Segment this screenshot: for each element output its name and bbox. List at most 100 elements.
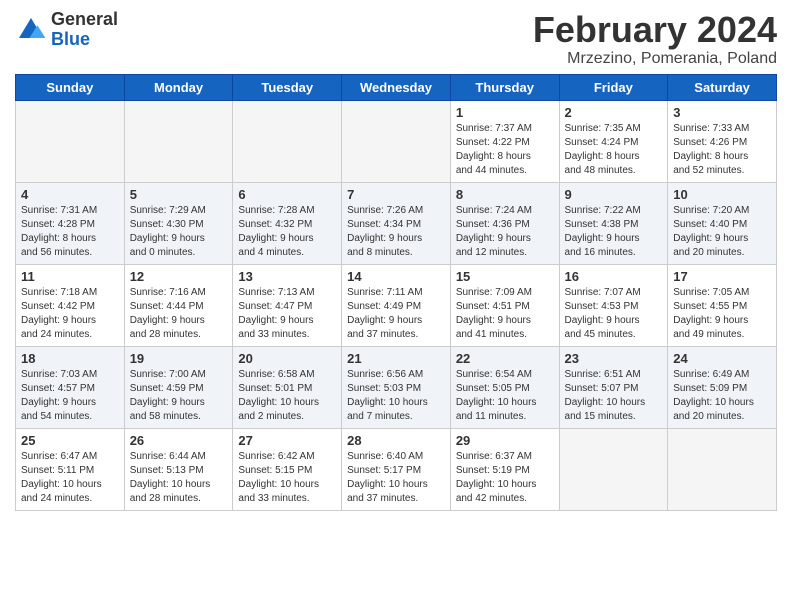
day-number: 16 <box>565 269 663 284</box>
day-header-sunday: Sunday <box>16 74 125 100</box>
calendar-cell <box>342 100 451 182</box>
day-info: Sunrise: 6:51 AM Sunset: 5:07 PM Dayligh… <box>565 368 663 424</box>
title-area: February 2024 Mrzezino, Pomerania, Polan… <box>533 10 777 68</box>
day-info: Sunrise: 7:28 AM Sunset: 4:32 PM Dayligh… <box>238 204 336 260</box>
day-number: 3 <box>673 105 771 120</box>
calendar-cell: 21Sunrise: 6:56 AM Sunset: 5:03 PM Dayli… <box>342 346 451 428</box>
calendar-cell <box>668 428 777 510</box>
day-info: Sunrise: 7:11 AM Sunset: 4:49 PM Dayligh… <box>347 286 445 342</box>
day-info: Sunrise: 7:22 AM Sunset: 4:38 PM Dayligh… <box>565 204 663 260</box>
day-info: Sunrise: 7:09 AM Sunset: 4:51 PM Dayligh… <box>456 286 554 342</box>
logo: General Blue <box>15 10 118 50</box>
calendar-cell: 24 Sunrise: 6:49 AM Sunset: 5:09 PM Dayli… <box>668 346 777 428</box>
day-header-thursday: Thursday <box>450 74 559 100</box>
calendar-cell: 9 Sunrise: 7:22 AM Sunset: 4:38 PM Daylig… <box>559 182 668 264</box>
day-number: 4 <box>21 187 119 202</box>
calendar-cell: 11 Sunrise: 7:18 AM Sunset: 4:42 PM Dayli… <box>16 264 125 346</box>
day-info: Sunrise: 7:16 AM Sunset: 4:44 PM Dayligh… <box>130 286 228 342</box>
day-number: 12 <box>130 269 228 284</box>
calendar-cell: 18 Sunrise: 7:03 AM Sunset: 4:57 PM Dayli… <box>16 346 125 428</box>
calendar-cell <box>559 428 668 510</box>
day-number: 5 <box>130 187 228 202</box>
calendar-cell: 13Sunrise: 7:13 AM Sunset: 4:47 PM Dayli… <box>233 264 342 346</box>
day-number: 15 <box>456 269 554 284</box>
logo-text: General Blue <box>51 10 118 50</box>
calendar-cell <box>16 100 125 182</box>
day-number: 20 <box>238 351 336 366</box>
month-title: February 2024 <box>533 10 777 50</box>
calendar-cell: 3 Sunrise: 7:33 AM Sunset: 4:26 PM Daylig… <box>668 100 777 182</box>
day-number: 23 <box>565 351 663 366</box>
calendar-cell: 14 Sunrise: 7:11 AM Sunset: 4:49 PM Dayli… <box>342 264 451 346</box>
day-info: Sunrise: 6:37 AM Sunset: 5:19 PM Dayligh… <box>456 450 554 506</box>
day-info: Sunrise: 7:35 AM Sunset: 4:24 PM Dayligh… <box>565 122 663 178</box>
calendar-cell: 4 Sunrise: 7:31 AM Sunset: 4:28 PM Daylig… <box>16 182 125 264</box>
day-info: Sunrise: 6:49 AM Sunset: 5:09 PM Dayligh… <box>673 368 771 424</box>
calendar-cell: 5 Sunrise: 7:29 AM Sunset: 4:30 PM Daylig… <box>124 182 233 264</box>
day-info: Sunrise: 6:47 AM Sunset: 5:11 PM Dayligh… <box>21 450 119 506</box>
day-number: 1 <box>456 105 554 120</box>
day-info: Sunrise: 7:05 AM Sunset: 4:55 PM Dayligh… <box>673 286 771 342</box>
calendar-cell: 27Sunrise: 6:42 AM Sunset: 5:15 PM Dayli… <box>233 428 342 510</box>
day-number: 7 <box>347 187 445 202</box>
page-header: General Blue February 2024 Mrzezino, Pom… <box>15 10 777 68</box>
day-number: 28 <box>347 433 445 448</box>
day-info: Sunrise: 7:26 AM Sunset: 4:34 PM Dayligh… <box>347 204 445 260</box>
calendar-week-row: 25 Sunrise: 6:47 AM Sunset: 5:11 PM Dayli… <box>16 428 777 510</box>
day-number: 8 <box>456 187 554 202</box>
day-number: 17 <box>673 269 771 284</box>
day-info: Sunrise: 7:03 AM Sunset: 4:57 PM Dayligh… <box>21 368 119 424</box>
calendar-header-row: SundayMondayTuesdayWednesdayThursdayFrid… <box>16 74 777 100</box>
calendar-cell: 10 Sunrise: 7:20 AM Sunset: 4:40 PM Dayli… <box>668 182 777 264</box>
day-info: Sunrise: 7:18 AM Sunset: 4:42 PM Dayligh… <box>21 286 119 342</box>
day-info: Sunrise: 7:20 AM Sunset: 4:40 PM Dayligh… <box>673 204 771 260</box>
calendar-week-row: 18 Sunrise: 7:03 AM Sunset: 4:57 PM Dayli… <box>16 346 777 428</box>
calendar-cell: 28 Sunrise: 6:40 AM Sunset: 5:17 PM Dayli… <box>342 428 451 510</box>
day-info: Sunrise: 7:33 AM Sunset: 4:26 PM Dayligh… <box>673 122 771 178</box>
day-number: 22 <box>456 351 554 366</box>
calendar-cell: 26 Sunrise: 6:44 AM Sunset: 5:13 PM Dayli… <box>124 428 233 510</box>
day-header-wednesday: Wednesday <box>342 74 451 100</box>
calendar-cell: 17 Sunrise: 7:05 AM Sunset: 4:55 PM Dayli… <box>668 264 777 346</box>
calendar-week-row: 1 Sunrise: 7:37 AM Sunset: 4:22 PM Daylig… <box>16 100 777 182</box>
calendar-table: SundayMondayTuesdayWednesdayThursdayFrid… <box>15 74 777 511</box>
logo-icon <box>15 14 47 46</box>
calendar-cell: 25 Sunrise: 6:47 AM Sunset: 5:11 PM Dayli… <box>16 428 125 510</box>
day-number: 9 <box>565 187 663 202</box>
day-number: 2 <box>565 105 663 120</box>
calendar-cell: 20Sunrise: 6:58 AM Sunset: 5:01 PM Dayli… <box>233 346 342 428</box>
calendar-cell: 23 Sunrise: 6:51 AM Sunset: 5:07 PM Dayli… <box>559 346 668 428</box>
day-number: 13 <box>238 269 336 284</box>
day-number: 24 <box>673 351 771 366</box>
day-number: 14 <box>347 269 445 284</box>
day-number: 18 <box>21 351 119 366</box>
day-info: Sunrise: 6:42 AM Sunset: 5:15 PM Dayligh… <box>238 450 336 506</box>
day-info: Sunrise: 7:07 AM Sunset: 4:53 PM Dayligh… <box>565 286 663 342</box>
calendar-cell: 6 Sunrise: 7:28 AM Sunset: 4:32 PM Daylig… <box>233 182 342 264</box>
day-info: Sunrise: 6:54 AM Sunset: 5:05 PM Dayligh… <box>456 368 554 424</box>
day-header-friday: Friday <box>559 74 668 100</box>
day-info: Sunrise: 7:31 AM Sunset: 4:28 PM Dayligh… <box>21 204 119 260</box>
day-number: 6 <box>238 187 336 202</box>
day-info: Sunrise: 6:40 AM Sunset: 5:17 PM Dayligh… <box>347 450 445 506</box>
day-number: 19 <box>130 351 228 366</box>
day-info: Sunrise: 6:44 AM Sunset: 5:13 PM Dayligh… <box>130 450 228 506</box>
calendar-cell: 19 Sunrise: 7:00 AM Sunset: 4:59 PM Dayli… <box>124 346 233 428</box>
day-number: 10 <box>673 187 771 202</box>
day-number: 21 <box>347 351 445 366</box>
subtitle: Mrzezino, Pomerania, Poland <box>533 50 777 68</box>
calendar-cell: 7 Sunrise: 7:26 AM Sunset: 4:34 PM Daylig… <box>342 182 451 264</box>
day-number: 26 <box>130 433 228 448</box>
calendar-cell: 2 Sunrise: 7:35 AM Sunset: 4:24 PM Daylig… <box>559 100 668 182</box>
calendar-cell: 15 Sunrise: 7:09 AM Sunset: 4:51 PM Dayli… <box>450 264 559 346</box>
day-info: Sunrise: 7:37 AM Sunset: 4:22 PM Dayligh… <box>456 122 554 178</box>
day-info: Sunrise: 7:24 AM Sunset: 4:36 PM Dayligh… <box>456 204 554 260</box>
day-number: 25 <box>21 433 119 448</box>
calendar-cell: 16 Sunrise: 7:07 AM Sunset: 4:53 PM Dayli… <box>559 264 668 346</box>
day-info: Sunrise: 7:00 AM Sunset: 4:59 PM Dayligh… <box>130 368 228 424</box>
calendar-cell: 1 Sunrise: 7:37 AM Sunset: 4:22 PM Daylig… <box>450 100 559 182</box>
day-header-tuesday: Tuesday <box>233 74 342 100</box>
day-header-monday: Monday <box>124 74 233 100</box>
day-info: Sunrise: 7:29 AM Sunset: 4:30 PM Dayligh… <box>130 204 228 260</box>
day-number: 11 <box>21 269 119 284</box>
